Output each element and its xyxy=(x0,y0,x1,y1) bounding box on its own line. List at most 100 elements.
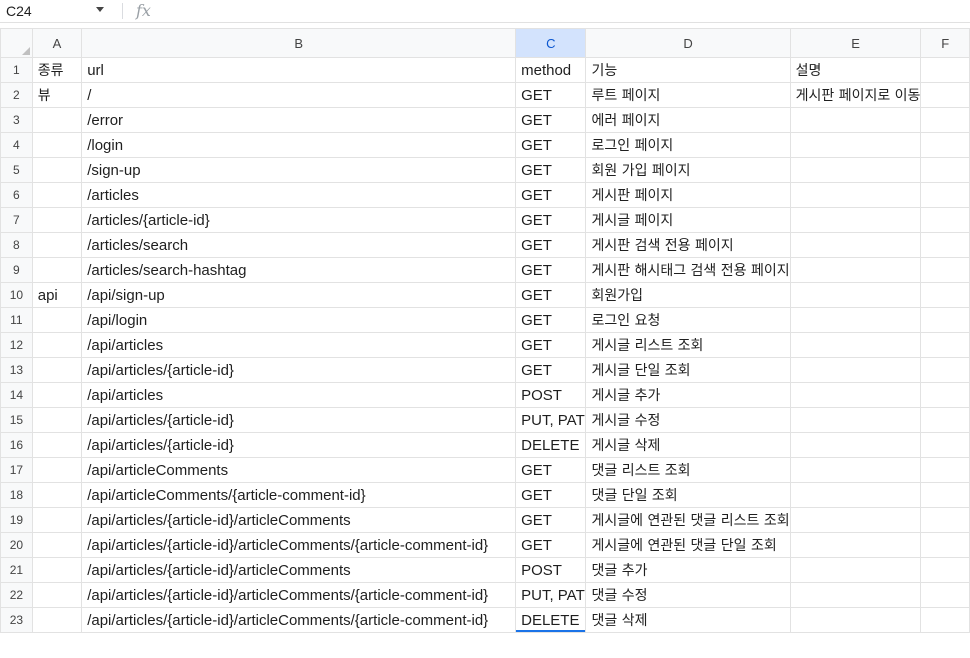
cell-e-20[interactable] xyxy=(789,532,922,558)
cell-e-16[interactable] xyxy=(789,432,922,458)
cell-e-2[interactable]: 게시판 페이지로 이동 xyxy=(789,82,922,108)
cell-f-3[interactable] xyxy=(920,107,970,133)
row-header[interactable]: 5 xyxy=(0,157,33,183)
cell-f-12[interactable] xyxy=(920,332,970,358)
cell-a-16[interactable] xyxy=(31,432,83,458)
cell-e-17[interactable] xyxy=(789,457,922,483)
cell-c-20[interactable]: GET xyxy=(515,532,587,558)
cell-b-22[interactable]: /api/articles/{article-id}/articleCommen… xyxy=(81,582,517,608)
cell-c-6[interactable]: GET xyxy=(515,182,587,208)
cell-c-4[interactable]: GET xyxy=(515,132,587,158)
cell-b-1[interactable]: url xyxy=(81,57,517,83)
cell-b-19[interactable]: /api/articles/{article-id}/articleCommen… xyxy=(81,507,517,533)
cell-f-6[interactable] xyxy=(920,182,970,208)
row-header[interactable]: 7 xyxy=(0,207,33,233)
cell-d-17[interactable]: 댓글 리스트 조회 xyxy=(585,457,791,483)
cell-c-9[interactable]: GET xyxy=(515,257,587,283)
cell-d-15[interactable]: 게시글 수정 xyxy=(585,407,791,433)
cell-d-13[interactable]: 게시글 단일 조회 xyxy=(585,357,791,383)
column-header-c[interactable]: C xyxy=(515,28,587,58)
row-header[interactable]: 14 xyxy=(0,382,33,408)
cell-e-23[interactable] xyxy=(789,607,922,633)
cell-a-1[interactable]: 종류 xyxy=(31,57,83,83)
cell-c-19[interactable]: GET xyxy=(515,507,587,533)
cell-b-23[interactable]: /api/articles/{article-id}/articleCommen… xyxy=(81,607,517,633)
cell-d-21[interactable]: 댓글 추가 xyxy=(585,557,791,583)
cell-a-17[interactable] xyxy=(31,457,83,483)
cell-c-18[interactable]: GET xyxy=(515,482,587,508)
row-header[interactable]: 8 xyxy=(0,232,33,258)
cell-f-17[interactable] xyxy=(920,457,970,483)
cell-c-21[interactable]: POST xyxy=(515,557,587,583)
cell-e-14[interactable] xyxy=(789,382,922,408)
cell-d-3[interactable]: 에러 페이지 xyxy=(585,107,791,133)
cell-e-22[interactable] xyxy=(789,582,922,608)
cell-a-6[interactable] xyxy=(31,182,83,208)
cell-a-10[interactable]: api xyxy=(31,282,83,308)
cell-b-15[interactable]: /api/articles/{article-id} xyxy=(81,407,517,433)
row-header[interactable]: 4 xyxy=(0,132,33,158)
cell-f-5[interactable] xyxy=(920,157,970,183)
cell-d-16[interactable]: 게시글 삭제 xyxy=(585,432,791,458)
row-header[interactable]: 12 xyxy=(0,332,33,358)
cell-f-2[interactable] xyxy=(920,82,970,108)
cell-d-20[interactable]: 게시글에 연관된 댓글 단일 조회 xyxy=(585,532,791,558)
cell-f-7[interactable] xyxy=(920,207,970,233)
cell-d-12[interactable]: 게시글 리스트 조회 xyxy=(585,332,791,358)
cell-e-6[interactable] xyxy=(789,182,922,208)
cell-b-7[interactable]: /articles/{article-id} xyxy=(81,207,517,233)
cell-d-9[interactable]: 게시판 해시태그 검색 전용 페이지 xyxy=(585,257,791,283)
cell-d-2[interactable]: 루트 페이지 xyxy=(585,82,791,108)
cell-c-5[interactable]: GET xyxy=(515,157,587,183)
cell-d-14[interactable]: 게시글 추가 xyxy=(585,382,791,408)
cell-d-7[interactable]: 게시글 페이지 xyxy=(585,207,791,233)
row-header[interactable]: 17 xyxy=(0,457,33,483)
cell-d-8[interactable]: 게시판 검색 전용 페이지 xyxy=(585,232,791,258)
cell-f-20[interactable] xyxy=(920,532,970,558)
cell-e-18[interactable] xyxy=(789,482,922,508)
row-header[interactable]: 16 xyxy=(0,432,33,458)
cell-e-13[interactable] xyxy=(789,357,922,383)
formula-input[interactable] xyxy=(162,0,970,22)
cell-a-13[interactable] xyxy=(31,357,83,383)
cell-c-15[interactable]: PUT, PAT xyxy=(515,407,587,433)
row-header[interactable]: 21 xyxy=(0,557,33,583)
cell-f-15[interactable] xyxy=(920,407,970,433)
cell-b-21[interactable]: /api/articles/{article-id}/articleCommen… xyxy=(81,557,517,583)
row-header[interactable]: 15 xyxy=(0,407,33,433)
cell-f-22[interactable] xyxy=(920,582,970,608)
cell-c-3[interactable]: GET xyxy=(515,107,587,133)
row-header[interactable]: 23 xyxy=(0,607,33,633)
cell-b-14[interactable]: /api/articles xyxy=(81,382,517,408)
column-header-a[interactable]: A xyxy=(31,28,83,58)
cell-f-21[interactable] xyxy=(920,557,970,583)
chevron-down-icon[interactable] xyxy=(96,7,104,12)
cell-e-15[interactable] xyxy=(789,407,922,433)
cell-c-12[interactable]: GET xyxy=(515,332,587,358)
column-header-d[interactable]: D xyxy=(585,28,791,58)
cell-b-13[interactable]: /api/articles/{article-id} xyxy=(81,357,517,383)
cell-a-3[interactable] xyxy=(31,107,83,133)
cell-e-1[interactable]: 설명 xyxy=(789,57,922,83)
cell-e-9[interactable] xyxy=(789,257,922,283)
cell-b-20[interactable]: /api/articles/{article-id}/articleCommen… xyxy=(81,532,517,558)
cell-d-10[interactable]: 회원가입 xyxy=(585,282,791,308)
cell-e-10[interactable] xyxy=(789,282,922,308)
row-header[interactable]: 1 xyxy=(0,57,33,83)
cell-f-14[interactable] xyxy=(920,382,970,408)
cell-d-11[interactable]: 로그인 요청 xyxy=(585,307,791,333)
cell-d-1[interactable]: 기능 xyxy=(585,57,791,83)
cell-c-7[interactable]: GET xyxy=(515,207,587,233)
cell-a-12[interactable] xyxy=(31,332,83,358)
row-header[interactable]: 3 xyxy=(0,107,33,133)
cell-e-7[interactable] xyxy=(789,207,922,233)
cell-c-22[interactable]: PUT, PAT xyxy=(515,582,587,608)
row-header[interactable]: 13 xyxy=(0,357,33,383)
cell-b-3[interactable]: /error xyxy=(81,107,517,133)
cell-a-11[interactable] xyxy=(31,307,83,333)
row-header[interactable]: 2 xyxy=(0,82,33,108)
cell-d-19[interactable]: 게시글에 연관된 댓글 리스트 조회 xyxy=(585,507,791,533)
cell-b-6[interactable]: /articles xyxy=(81,182,517,208)
cell-d-18[interactable]: 댓글 단일 조회 xyxy=(585,482,791,508)
cell-a-7[interactable] xyxy=(31,207,83,233)
